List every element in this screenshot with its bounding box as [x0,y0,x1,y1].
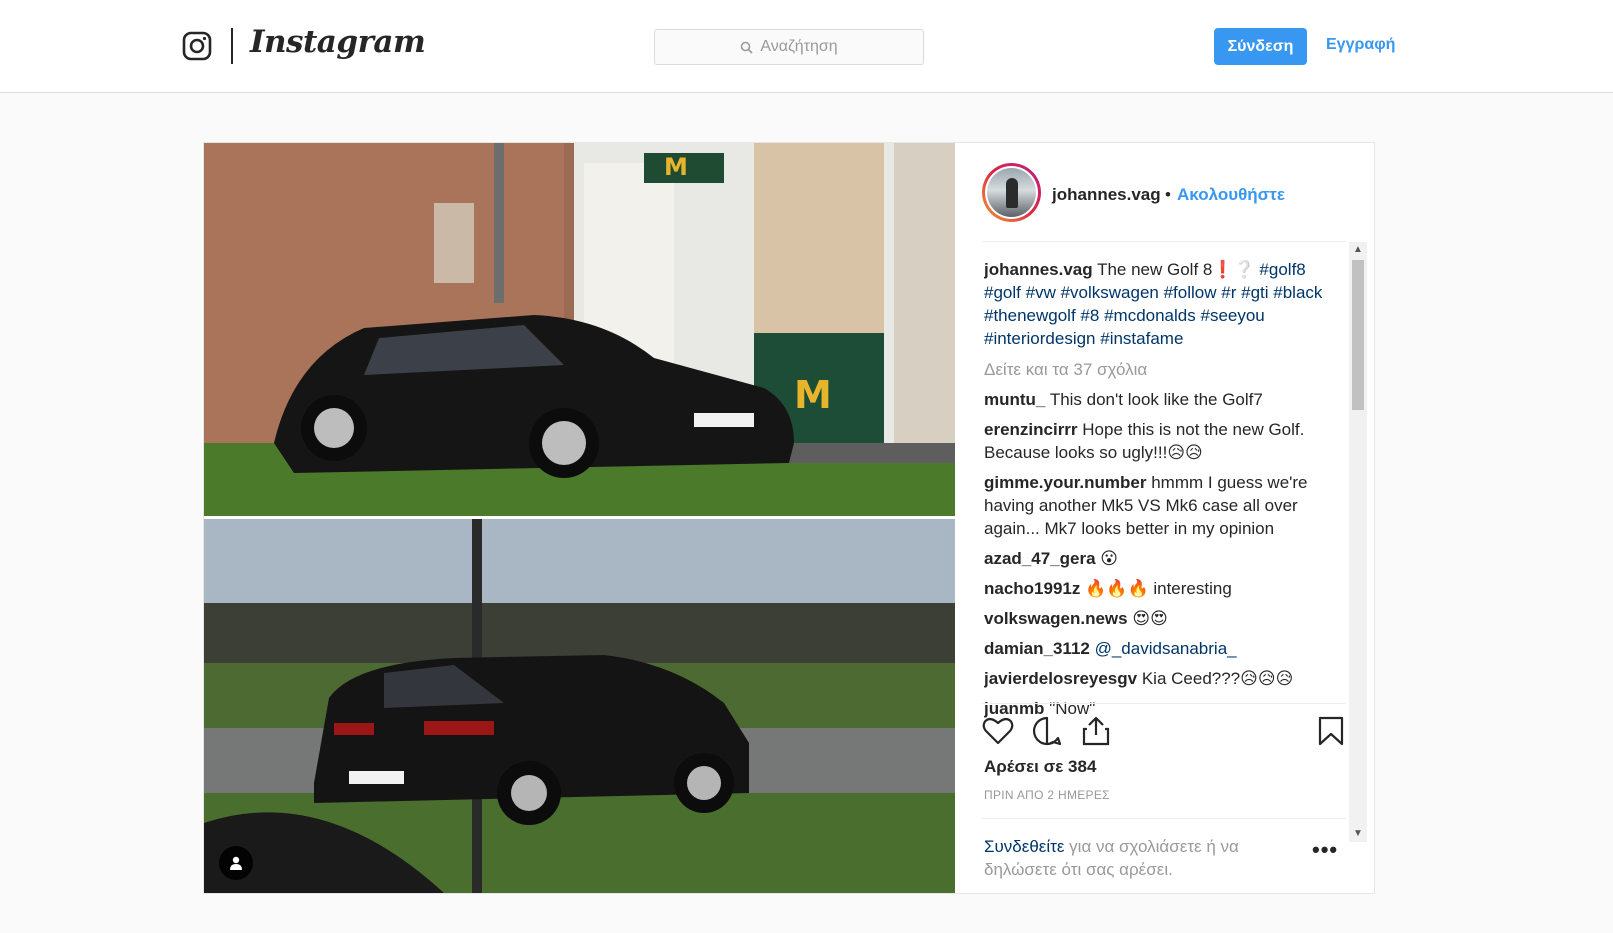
post-sidebar: johannes.vag • Ακολουθήστε johannes.vag … [955,143,1374,893]
comment-item: erenzincirrr Hope this is not the new Go… [984,418,1334,464]
view-all-comments-link[interactable]: Δείτε και τα 37 σχόλια [984,358,1334,381]
hashtag[interactable]: #instafame [1100,329,1183,348]
comment-text: 😮 [1100,549,1118,568]
comment-item: azad_47_gera 😮 [984,547,1334,570]
comment-username[interactable]: damian_3112 [984,639,1090,658]
comments-scrollbar[interactable]: ▲ ▼ [1349,242,1367,842]
post-header: johannes.vag • Ακολουθήστε [955,143,1374,243]
follow-button[interactable]: Ακολουθήστε [1177,185,1285,205]
comment-item: damian_3112 @_davidsanabria_ [984,637,1334,660]
bookmark-icon[interactable] [1316,715,1346,747]
hashtag[interactable]: #mcdonalds [1104,306,1196,325]
comment-username[interactable]: volkswagen.news [984,609,1128,628]
post-photo[interactable]: M M [204,143,955,893]
share-icon[interactable] [1080,715,1112,747]
actions-divider [982,703,1346,704]
svg-text:M: M [664,153,688,181]
comment-username[interactable]: muntu_ [984,390,1045,409]
hashtag[interactable]: #golf8 [1259,260,1305,279]
svg-text:M: M [794,373,832,417]
hashtag[interactable]: #volkswagen [1061,283,1159,302]
hashtag[interactable]: #8 [1080,306,1099,325]
comment-username[interactable]: nacho1991z [984,579,1080,598]
hashtag[interactable]: #seeyou [1200,306,1264,325]
search-placeholder: Αναζήτηση [760,38,838,55]
caption-username[interactable]: johannes.vag [984,260,1093,279]
more-options-button[interactable]: ••• [1312,837,1338,863]
logo-separator [231,28,233,64]
login-to-comment-link[interactable]: Συνδεθείτε [984,837,1064,856]
comment-username[interactable]: gimme.your.number [984,473,1146,492]
login-button[interactable]: Σύνδεση [1214,28,1307,65]
footer-divider [982,818,1346,819]
comment-text: Kia Ceed???😥😥😥 [1141,669,1294,688]
comment-text: This don't look like the Golf7 [1049,390,1263,409]
caption-text: The new Golf 8❗❔ [1097,260,1255,279]
comment-item: muntu_ This don't look like the Golf7 [984,388,1334,411]
hashtag[interactable]: #black [1273,283,1322,302]
hashtag[interactable]: #gti [1241,283,1268,302]
comment-text: 🔥🔥🔥 interesting [1085,579,1232,598]
comment-text: 😍😍 [1132,609,1168,628]
post-photo-image: M M [204,143,955,893]
hashtag[interactable]: #r [1221,283,1236,302]
search-input[interactable]: Αναζήτηση [654,29,924,65]
follow-separator: • [1165,185,1171,204]
instagram-glyph-icon[interactable] [182,31,212,61]
comment-item: gimme.your.number hmmm I guess we're hav… [984,471,1334,540]
scroll-up-icon[interactable]: ▲ [1349,242,1367,258]
user-tag-button[interactable] [219,846,253,880]
header-divider [982,241,1346,242]
user-tag-icon [230,856,242,870]
hashtag[interactable]: #golf [984,283,1021,302]
post-timestamp[interactable]: ΠΡΙΝ ΑΠΟ 2 ΗΜΕΡΕΣ [984,788,1110,802]
likes-count[interactable]: Αρέσει σε 384 [984,757,1096,777]
comment-item: javierdelosreyesgv Kia Ceed???😥😥😥 [984,667,1334,690]
instagram-wordmark[interactable]: Instagram [250,24,426,60]
top-nav: Instagram Αναζήτηση Σύνδεση Εγγραφή [0,0,1613,93]
hashtag[interactable]: #thenewgolf [984,306,1076,325]
comment-username[interactable]: javierdelosreyesgv [984,669,1137,688]
heart-icon[interactable] [982,715,1014,747]
post-caption: johannes.vag The new Golf 8❗❔ #golf8 #go… [984,258,1334,350]
hashtag[interactable]: #interiordesign [984,329,1096,348]
post-author-username[interactable]: johannes.vag [1052,185,1161,205]
hashtag[interactable]: #follow [1164,283,1217,302]
hashtag[interactable]: #vw [1026,283,1056,302]
login-to-comment: Συνδεθείτε για να σχολιάσετε ή να δηλώσε… [984,835,1304,881]
comment-username[interactable]: erenzincirrr [984,420,1078,439]
comment-username[interactable]: azad_47_gera [984,549,1096,568]
comment-icon[interactable] [1031,715,1063,747]
avatar[interactable] [982,163,1041,222]
post-card: M M johannes.vag • Ακολουθήστε johannes.… [203,142,1375,894]
scroll-down-icon[interactable]: ▼ [1349,826,1367,842]
signup-link[interactable]: Εγγραφή [1326,36,1395,54]
search-icon [741,41,753,54]
post-actions [982,710,1346,754]
comment-item: volkswagen.news 😍😍 [984,607,1334,630]
comment-item: nacho1991z 🔥🔥🔥 interesting [984,577,1334,600]
scrollbar-thumb[interactable] [1352,260,1364,410]
comment-mention[interactable]: @_davidsanabria_ [1095,639,1237,658]
